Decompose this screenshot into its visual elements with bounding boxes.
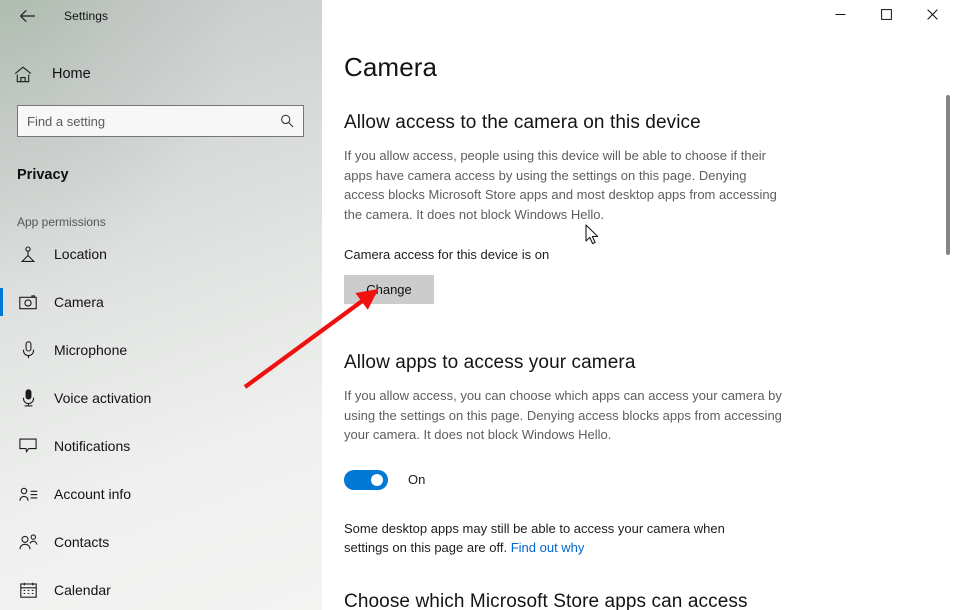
device-access-description: If you allow access, people using this d…: [344, 146, 787, 224]
search-box[interactable]: [17, 105, 304, 137]
search-icon: [280, 114, 294, 128]
navigation-sidebar: Settings Home Privacy App permi: [0, 0, 322, 610]
scrollbar-thumb[interactable]: [946, 95, 950, 255]
camera-settings-page: Camera Allow access to the camera on thi…: [322, 0, 955, 610]
sidebar-item-account-info[interactable]: Account info: [0, 477, 322, 511]
sidebar-item-location-label: Location: [54, 246, 107, 262]
sidebar-item-microphone[interactable]: Microphone: [0, 333, 322, 367]
settings-window: Settings Home Privacy App permi: [0, 0, 955, 610]
vertical-scrollbar[interactable]: [945, 31, 951, 610]
apps-access-description: If you allow access, you can choose whic…: [344, 386, 787, 445]
device-access-status: Camera access for this device is on: [344, 247, 955, 262]
find-out-why-link[interactable]: Find out why: [511, 540, 585, 555]
camera-icon: [17, 295, 39, 310]
sidebar-item-location[interactable]: Location: [0, 237, 322, 271]
sidebar-item-home[interactable]: Home: [0, 57, 322, 91]
voice-activation-icon: [17, 389, 39, 407]
sidebar-item-home-label: Home: [52, 66, 91, 82]
apps-access-toggle[interactable]: [344, 470, 388, 490]
sidebar-titlebar: Settings: [0, 0, 322, 31]
sidebar-group-label: App permissions: [0, 215, 322, 229]
desktop-apps-note: Some desktop apps may still be able to a…: [344, 519, 754, 558]
apps-access-heading: Allow apps to access your camera: [344, 352, 955, 374]
device-access-heading: Allow access to the camera on this devic…: [344, 112, 955, 134]
change-button[interactable]: Change: [344, 275, 434, 304]
toggle-knob: [371, 474, 383, 486]
sidebar-item-voice-activation-label: Voice activation: [54, 390, 151, 406]
notification-icon: [17, 438, 39, 454]
account-info-icon: [17, 487, 39, 502]
sidebar-nav-list: Location Camera: [0, 237, 322, 607]
sidebar-item-account-info-label: Account info: [54, 486, 131, 502]
calendar-icon: [17, 582, 39, 598]
sidebar-item-camera[interactable]: Camera: [0, 285, 322, 319]
microphone-icon: [17, 341, 39, 359]
sidebar-item-contacts[interactable]: Contacts: [0, 525, 322, 559]
sidebar-item-camera-label: Camera: [54, 294, 104, 310]
search-input[interactable]: [18, 106, 303, 136]
sidebar-item-notifications[interactable]: Notifications: [0, 429, 322, 463]
sidebar-item-microphone-label: Microphone: [54, 342, 127, 358]
contacts-icon: [17, 534, 39, 550]
sidebar-item-notifications-label: Notifications: [54, 438, 130, 454]
store-apps-heading: Choose which Microsoft Store apps can ac…: [344, 591, 955, 610]
sidebar-item-contacts-label: Contacts: [54, 534, 109, 550]
main-content: Camera Allow access to the camera on thi…: [322, 0, 955, 610]
sidebar-item-voice-activation[interactable]: Voice activation: [0, 381, 322, 415]
apps-access-toggle-row: On: [344, 470, 955, 490]
apps-access-toggle-label: On: [408, 472, 425, 487]
sidebar-item-calendar-label: Calendar: [54, 582, 111, 598]
location-icon: [17, 246, 39, 263]
back-arrow-icon[interactable]: [10, 2, 44, 30]
app-title: Settings: [64, 9, 108, 23]
sidebar-item-calendar[interactable]: Calendar: [0, 573, 322, 607]
page-title: Camera: [344, 52, 955, 83]
sidebar-section-title: Privacy: [0, 167, 322, 183]
home-icon: [14, 66, 36, 83]
selection-indicator: [0, 288, 3, 316]
